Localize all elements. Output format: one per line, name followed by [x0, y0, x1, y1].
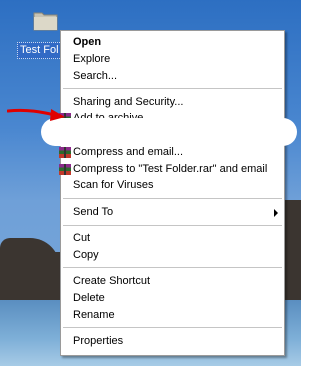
menu-separator [63, 225, 282, 226]
menu-item-label: Rename [73, 309, 115, 321]
menu-item-delete[interactable]: Delete [61, 290, 284, 307]
menu-separator [63, 198, 282, 199]
menu-item-search[interactable]: Search... [61, 68, 284, 85]
menu-separator [63, 88, 282, 89]
context-menu: Open Explore Search... Sharing and Secur… [59, 30, 285, 356]
menu-item-label: Explore [73, 53, 111, 65]
menu-item-label: Scan for Viruses [73, 179, 154, 191]
menu-item-label: Compress to "Test Folder.rar" and email [73, 163, 268, 175]
menu-item-rename[interactable]: Rename [61, 307, 284, 324]
menu-item-label: Create Shortcut [73, 275, 151, 287]
winrar-icon [59, 147, 71, 158]
menu-item-compress-email[interactable]: Compress and email... [59, 144, 284, 161]
menu-item-sharing-security[interactable]: Sharing and Security... [61, 94, 284, 111]
redaction-blob [41, 118, 297, 146]
menu-item-compress-rar-email[interactable]: Compress to "Test Folder.rar" and email [59, 161, 284, 178]
menu-item-label: Search... [73, 70, 118, 82]
folder-icon[interactable] [33, 9, 59, 31]
menu-separator [63, 267, 282, 268]
menu-item-label: Send To [73, 206, 114, 218]
menu-item-send-to[interactable]: Send To [61, 204, 284, 221]
menu-item-scan-viruses[interactable]: Scan for Viruses [61, 177, 284, 194]
submenu-arrow-icon [274, 209, 278, 217]
menu-item-label: Properties [73, 335, 124, 347]
menu-item-label: Cut [73, 232, 91, 244]
rock-arch [0, 252, 60, 270]
rock-formation [0, 238, 60, 308]
menu-item-label: Open [73, 36, 102, 48]
menu-item-label: Sharing and Security... [73, 96, 184, 108]
menu-separator [63, 327, 282, 328]
menu-item-cut[interactable]: Cut [61, 230, 284, 247]
menu-item-explore[interactable]: Explore [61, 51, 284, 68]
menu-item-label: Compress and email... [73, 146, 184, 158]
folder-label[interactable]: Test Fol [17, 42, 62, 59]
menu-item-copy[interactable]: Copy [61, 247, 284, 264]
menu-item-open[interactable]: Open [61, 34, 284, 51]
menu-item-label: Delete [73, 292, 105, 304]
menu-item-properties[interactable]: Properties [61, 333, 284, 350]
winrar-icon [59, 164, 71, 175]
annotation-arrow-icon [7, 108, 65, 121]
menu-item-label: Copy [73, 249, 99, 261]
menu-item-create-shortcut[interactable]: Create Shortcut [61, 273, 284, 290]
